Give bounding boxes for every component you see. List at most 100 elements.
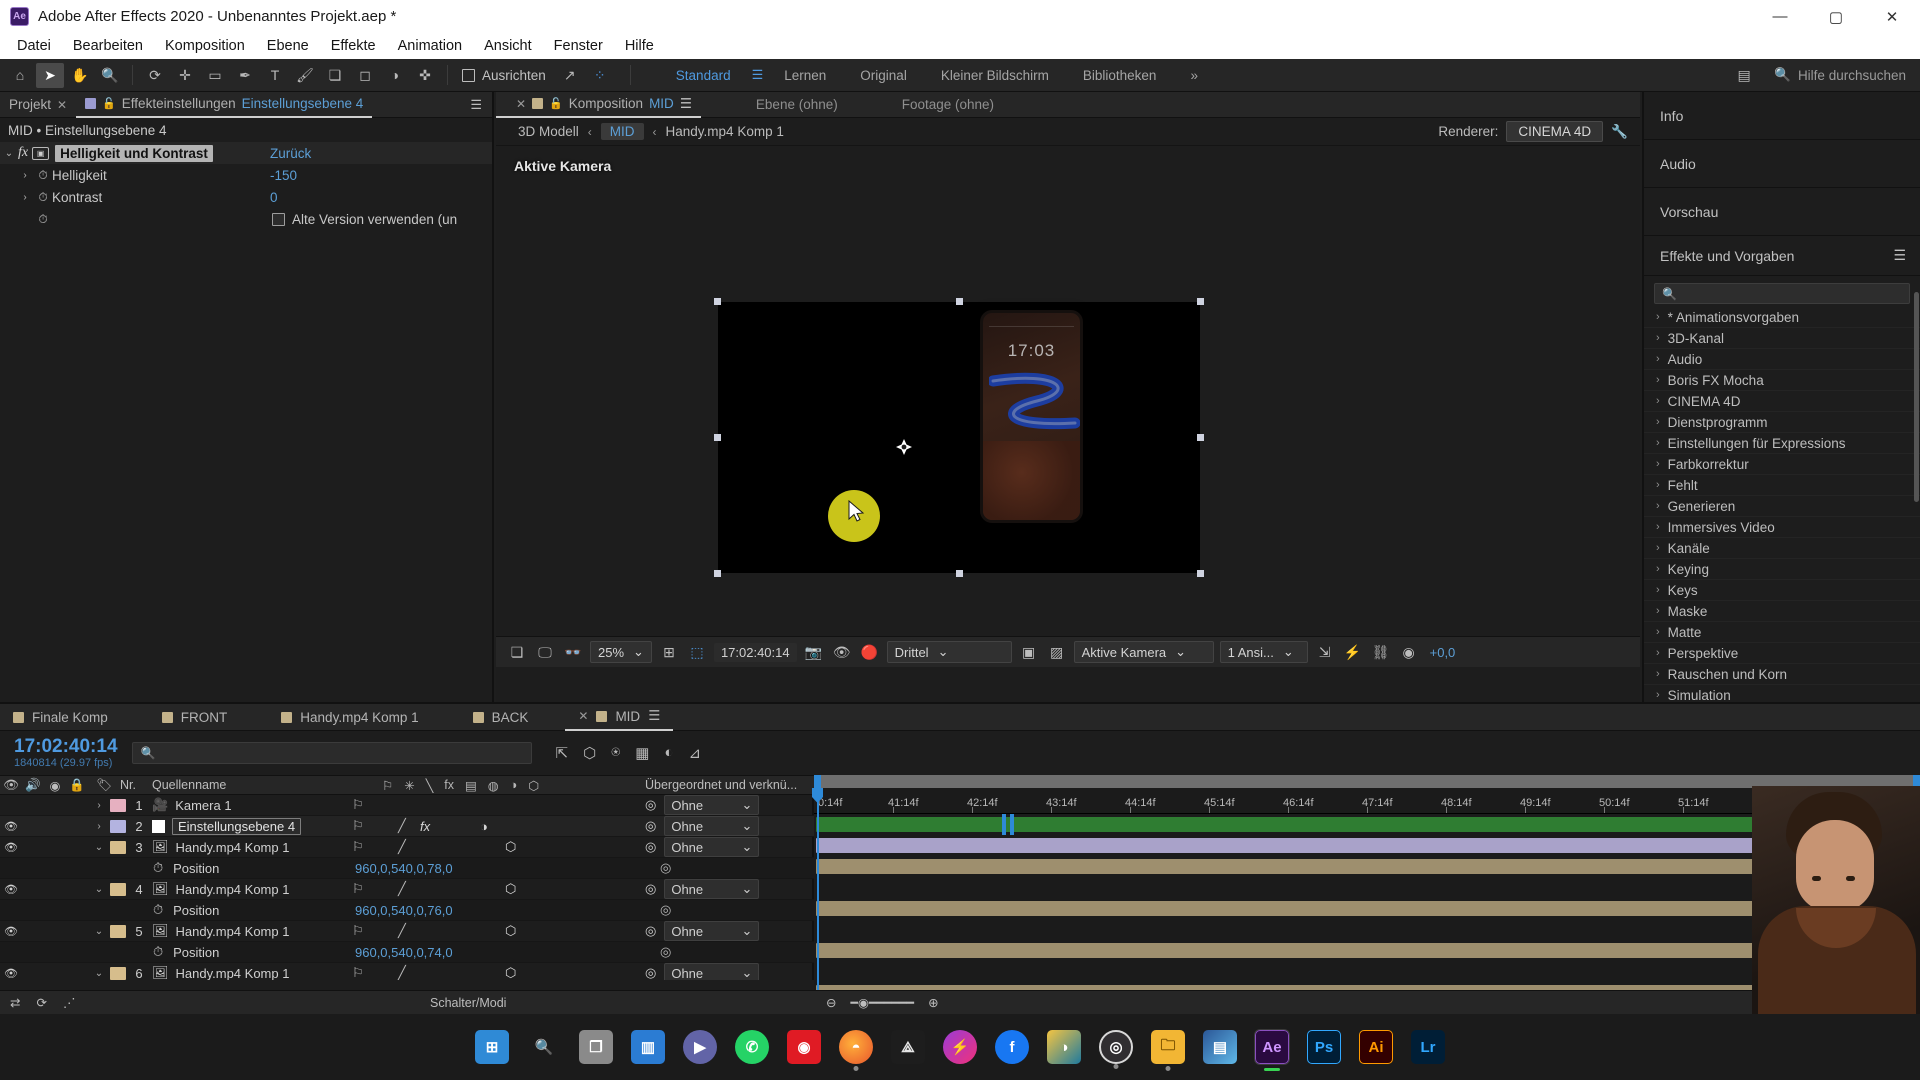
selection-handle[interactable] (714, 570, 721, 577)
composition-frame[interactable]: 17:03 (714, 298, 1204, 577)
effects-panel-menu-icon[interactable]: ☰ (1893, 247, 1906, 264)
comp-flowchart-icon[interactable]: ◉ (1398, 644, 1420, 661)
main-preview-icon[interactable]: ❏ (506, 644, 528, 661)
layer-color-swatch[interactable] (110, 840, 126, 854)
video-toggle[interactable]: 👁 (0, 883, 22, 896)
parent-pickwhip-icon[interactable]: ◎ (660, 944, 671, 960)
layer-color-swatch[interactable] (110, 882, 126, 896)
twirl-icon[interactable]: › (88, 821, 110, 832)
menu-fenster[interactable]: Fenster (543, 36, 614, 56)
quality-switch[interactable]: ╱ (398, 818, 406, 834)
zoom-slider[interactable]: ━◉━━━━━━ (850, 995, 914, 1010)
toggle-switches-icon[interactable]: ⇄ (10, 995, 20, 1010)
lock-icon[interactable]: 🔓 (102, 97, 116, 110)
snapping-icon[interactable]: ↗ (556, 63, 584, 88)
comp-tab-front[interactable]: FRONT (149, 704, 241, 731)
keyframe-marker[interactable] (1010, 814, 1014, 835)
widgets-icon[interactable]: ▥ (631, 1030, 665, 1064)
video-toggle[interactable]: 👁 (0, 820, 22, 833)
workspace-overflow[interactable]: » (1173, 64, 1215, 87)
zoom-in-icon[interactable]: ⊕ (928, 995, 938, 1010)
motion-blur-icon[interactable]: ◐ (664, 744, 673, 762)
parent-pickwhip-icon[interactable]: ◎ (645, 923, 656, 939)
twirl-icon[interactable]: ⌄ (88, 968, 110, 979)
category-item[interactable]: › Generieren (1644, 496, 1920, 517)
effect-controls-menu-icon[interactable]: ☰ (470, 97, 492, 113)
quality-switch[interactable]: ╱ (398, 839, 406, 855)
effect-property-helligkeit[interactable]: › ⏱ Helligkeit -150 (0, 164, 492, 186)
category-item[interactable]: › Einstellungen für Expressions (1644, 433, 1920, 454)
lightroom-icon[interactable]: Lr (1411, 1030, 1445, 1064)
parent-pickwhip-icon[interactable]: ◎ (660, 902, 671, 918)
current-time-display[interactable]: 17:02:40:14 1840814 (29.97 fps) (14, 737, 118, 769)
category-item[interactable]: › Perspektive (1644, 643, 1920, 664)
selection-handle[interactable] (1197, 434, 1204, 441)
parent-cell[interactable]: ◎ Ohne ⌄ (645, 795, 760, 815)
workspace-kleiner-bildschirm[interactable]: Kleiner Bildschirm (924, 64, 1066, 87)
composition-mini-flowchart-icon[interactable]: ⇱ (556, 744, 569, 762)
menu-ebene[interactable]: Ebene (256, 36, 320, 56)
legacy-checkbox[interactable] (272, 212, 285, 226)
video-toggle[interactable]: 👁 (0, 841, 22, 854)
category-item[interactable]: › Fehlt (1644, 475, 1920, 496)
tab-ebene[interactable]: Ebene (ohne) (747, 92, 847, 118)
menu-hilfe[interactable]: Hilfe (614, 36, 665, 56)
shy-switch[interactable]: ⚐ (352, 881, 364, 897)
selection-handle[interactable] (1197, 298, 1204, 305)
selection-handle[interactable] (714, 434, 721, 441)
breadcrumb-3d-modell[interactable]: 3D Modell (518, 124, 579, 139)
type-tool-icon[interactable]: T (261, 63, 289, 88)
illustrator-icon[interactable]: Ai (1359, 1030, 1393, 1064)
3d-glasses-icon[interactable]: 👓 (562, 644, 584, 661)
layer-color-swatch[interactable] (110, 798, 126, 812)
lock-icon[interactable]: 🔓 (549, 97, 563, 110)
pen-tool-icon[interactable]: ✒ (231, 63, 259, 88)
category-item[interactable]: › Kanäle (1644, 538, 1920, 559)
pixel-aspect-icon[interactable]: ⇲ (1314, 644, 1336, 661)
close-icon[interactable]: ✕ (516, 97, 526, 111)
photoshop-icon[interactable]: Ps (1307, 1030, 1341, 1064)
stopwatch-icon[interactable]: ⏱ (34, 190, 52, 205)
region-interest-toggle-icon[interactable]: ▣ (1018, 644, 1040, 661)
parent-select[interactable]: Ohne ⌄ (664, 837, 760, 857)
mask-feather-icon[interactable]: ⁘ (586, 63, 614, 88)
adjustment-layer-switch[interactable]: ◑ (480, 819, 488, 834)
parent-select[interactable]: Ohne ⌄ (664, 963, 760, 980)
effect-property-kontrast[interactable]: › ⏱ Kontrast 0 (0, 186, 492, 208)
clone-stamp-tool-icon[interactable]: ❏ (321, 63, 349, 88)
align-checkbox[interactable] (462, 68, 475, 82)
layer-name-cell[interactable]: 🎥 Kamera 1 (152, 797, 232, 813)
draft-3d-icon[interactable]: ⬡ (583, 744, 596, 762)
category-item[interactable]: › Keys (1644, 580, 1920, 601)
renderer-settings-icon[interactable]: 🔧 (1611, 124, 1628, 140)
orbit-tool-icon[interactable]: ⟳ (141, 63, 169, 88)
panel-effekte-und-vorgaben[interactable]: Effekte und Vorgaben ☰ (1644, 236, 1920, 276)
app-yellow-icon[interactable]: ◑ (1047, 1030, 1081, 1064)
frame-blending-icon[interactable]: ▦ (635, 744, 649, 762)
menu-komposition[interactable]: Komposition (154, 36, 256, 56)
quality-switch[interactable]: ╱ (398, 881, 406, 897)
stopwatch-icon[interactable]: ⏱ (34, 212, 52, 227)
effect-toggle-icon[interactable]: ▣ (32, 146, 50, 160)
menu-datei[interactable]: Datei (6, 36, 62, 56)
layer-color-swatch[interactable] (110, 819, 126, 833)
obs-studio-icon[interactable]: ◎ (1099, 1030, 1133, 1069)
tab-komposition[interactable]: ✕ 🔓 Komposition MID ☰ (496, 92, 701, 118)
resolution-select[interactable]: Drittel ⌄ (886, 641, 1012, 663)
parent-select[interactable]: Ohne ⌄ (664, 795, 760, 815)
category-item[interactable]: › Dienstprogramm (1644, 412, 1920, 433)
menu-animation[interactable]: Animation (387, 36, 473, 56)
category-item[interactable]: › Farbkorrektur (1644, 454, 1920, 475)
grid-guides-icon[interactable]: ⊞ (658, 644, 680, 661)
search-icon[interactable]: 🔍 (527, 1030, 561, 1064)
parent-cell[interactable]: ◎ Ohne ⌄ (645, 837, 760, 857)
menu-ansicht[interactable]: Ansicht (473, 36, 543, 56)
file-explorer-icon[interactable]: 🗀 (1151, 1030, 1185, 1071)
display-icon[interactable]: 🖵 (534, 644, 556, 661)
region-of-interest-icon[interactable]: ⬚ (686, 644, 708, 661)
work-area-start-handle[interactable] (814, 775, 821, 788)
hide-shy-layers-icon[interactable]: ⍟ (611, 744, 620, 762)
close-icon[interactable]: ✕ (578, 709, 588, 723)
breadcrumb-mid[interactable]: MID (600, 123, 644, 140)
category-item[interactable]: › Matte (1644, 622, 1920, 643)
